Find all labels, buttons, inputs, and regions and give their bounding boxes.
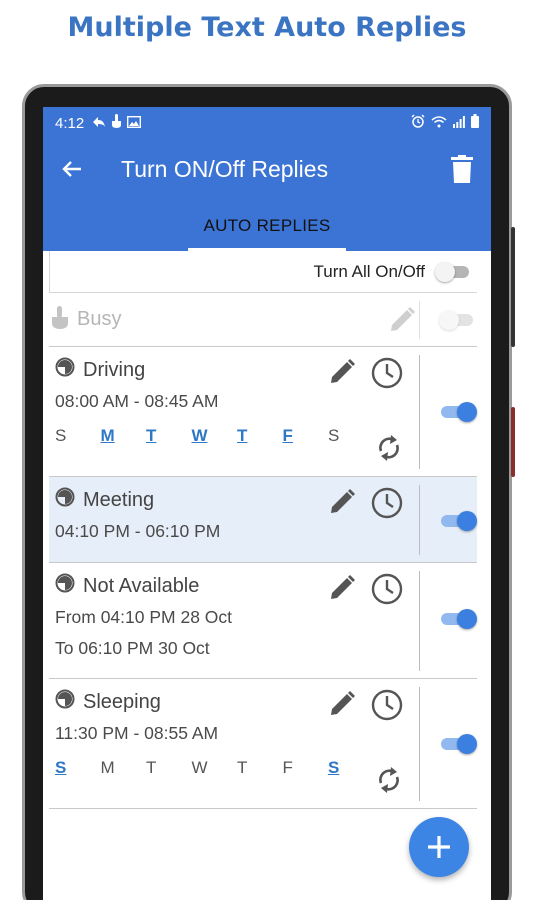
reply-from: From 04:10 PM 28 Oct xyxy=(55,607,233,627)
day-wed[interactable]: W xyxy=(192,426,238,446)
days-of-week: S M T W T F S xyxy=(55,426,477,446)
day-wed[interactable]: W xyxy=(192,758,238,778)
image-notification-icon xyxy=(127,115,142,132)
timer-icon xyxy=(55,487,75,513)
tab-bar: AUTO REPLIES xyxy=(43,199,491,251)
reply-name: Driving xyxy=(83,358,146,381)
reply-name: Meeting xyxy=(83,488,155,511)
battery-icon xyxy=(471,114,479,132)
day-mon[interactable]: M xyxy=(101,426,147,446)
reply-time: 08:00 AM - 08:45 AM xyxy=(55,391,219,411)
side-button xyxy=(511,227,515,347)
master-toggle-row: Turn All On/Off xyxy=(49,251,477,293)
days-of-week: S M T W T F S xyxy=(55,758,477,778)
schedule-button[interactable] xyxy=(371,487,403,524)
day-thu[interactable]: T xyxy=(237,426,283,446)
reply-list: Turn All On/Off Busy Driving 08:00 AM - … xyxy=(49,251,477,809)
day-sun[interactable]: S xyxy=(55,758,101,778)
back-button[interactable] xyxy=(57,154,87,184)
day-sat[interactable]: S xyxy=(328,426,374,446)
phone-frame: 4:12 Turn ON/Off Replies AUTO REPLIES Tu… xyxy=(22,84,515,900)
timer-icon xyxy=(55,689,75,715)
status-bar: 4:12 xyxy=(43,107,491,139)
reply-time: 11:30 PM - 08:55 AM xyxy=(55,723,219,743)
reply-row-sleeping[interactable]: Sleeping 11:30 PM - 08:55 AM S M T W T F… xyxy=(49,679,477,809)
reply-time: 04:10 PM - 06:10 PM xyxy=(55,521,221,541)
divider xyxy=(419,571,420,671)
clock-icon xyxy=(371,487,403,519)
repeat-icon xyxy=(379,767,399,793)
day-thu[interactable]: T xyxy=(237,758,283,778)
day-fri[interactable]: F xyxy=(283,426,329,446)
timer-icon xyxy=(55,573,75,599)
day-tue[interactable]: T xyxy=(146,426,192,446)
back-arrow-icon xyxy=(62,161,81,177)
reply-toggle[interactable] xyxy=(439,402,477,422)
edit-button[interactable] xyxy=(327,487,357,524)
timer-icon xyxy=(55,357,75,383)
touch-notification-icon xyxy=(111,114,122,132)
wifi-icon xyxy=(431,115,447,132)
clock-icon xyxy=(371,357,403,389)
page-title: Turn ON/Off Replies xyxy=(121,155,329,182)
reply-toggle[interactable] xyxy=(439,609,477,629)
tab-auto-replies[interactable]: AUTO REPLIES xyxy=(203,214,330,236)
touch-icon xyxy=(49,305,71,334)
edit-button[interactable] xyxy=(327,357,357,394)
reply-row-meeting[interactable]: Meeting 04:10 PM - 06:10 PM xyxy=(49,477,477,563)
side-button xyxy=(511,407,515,477)
app-bar: Turn ON/Off Replies xyxy=(43,139,491,199)
reply-name: Sleeping xyxy=(83,690,161,713)
pencil-icon xyxy=(331,489,355,513)
schedule-button[interactable] xyxy=(371,357,403,394)
reply-to: To 06:10 PM 30 Oct xyxy=(55,638,210,658)
reply-row-not-available[interactable]: Not Available From 04:10 PM 28 Oct To 06… xyxy=(49,563,477,679)
pencil-icon xyxy=(331,575,355,599)
schedule-button[interactable] xyxy=(371,573,403,610)
master-toggle-label: Turn All On/Off xyxy=(313,261,426,281)
reply-toggle[interactable] xyxy=(439,511,477,531)
divider xyxy=(419,301,433,339)
schedule-button[interactable] xyxy=(371,689,403,726)
reply-row-busy[interactable]: Busy xyxy=(49,293,477,347)
pencil-icon xyxy=(331,359,355,383)
reply-toggle[interactable] xyxy=(439,310,475,330)
repeat-icon xyxy=(379,435,399,461)
edit-button[interactable] xyxy=(327,689,357,726)
add-reply-button[interactable] xyxy=(409,817,469,877)
pencil-icon xyxy=(391,307,415,331)
clock-icon xyxy=(371,689,403,721)
status-time: 4:12 xyxy=(55,114,85,132)
divider xyxy=(419,355,420,469)
signal-icon xyxy=(453,115,465,132)
divider xyxy=(419,485,420,555)
edit-button[interactable] xyxy=(327,573,357,610)
master-toggle-switch[interactable] xyxy=(435,261,471,282)
screen: 4:12 Turn ON/Off Replies AUTO REPLIES Tu… xyxy=(43,107,491,900)
day-mon[interactable]: M xyxy=(101,758,147,778)
clock-icon xyxy=(371,573,403,605)
day-sat[interactable]: S xyxy=(328,758,374,778)
day-sun[interactable]: S xyxy=(55,426,101,446)
repeat-button[interactable] xyxy=(375,765,403,800)
repeat-button[interactable] xyxy=(375,433,403,468)
alarm-icon xyxy=(411,114,425,132)
reply-row-driving[interactable]: Driving 08:00 AM - 08:45 AM S M T W T F … xyxy=(49,347,477,477)
headline: Multiple Text Auto Replies xyxy=(67,12,467,43)
day-fri[interactable]: F xyxy=(283,758,329,778)
delete-icon xyxy=(451,155,473,183)
day-tue[interactable]: T xyxy=(146,758,192,778)
edit-button[interactable] xyxy=(387,305,417,340)
delete-button[interactable] xyxy=(447,154,477,184)
reply-name: Busy xyxy=(77,308,122,330)
reply-name: Not Available xyxy=(83,574,200,597)
reply-notification-icon xyxy=(92,115,106,132)
reply-toggle[interactable] xyxy=(439,734,477,754)
divider xyxy=(419,687,420,801)
add-icon xyxy=(428,836,450,858)
pencil-icon xyxy=(331,691,355,715)
